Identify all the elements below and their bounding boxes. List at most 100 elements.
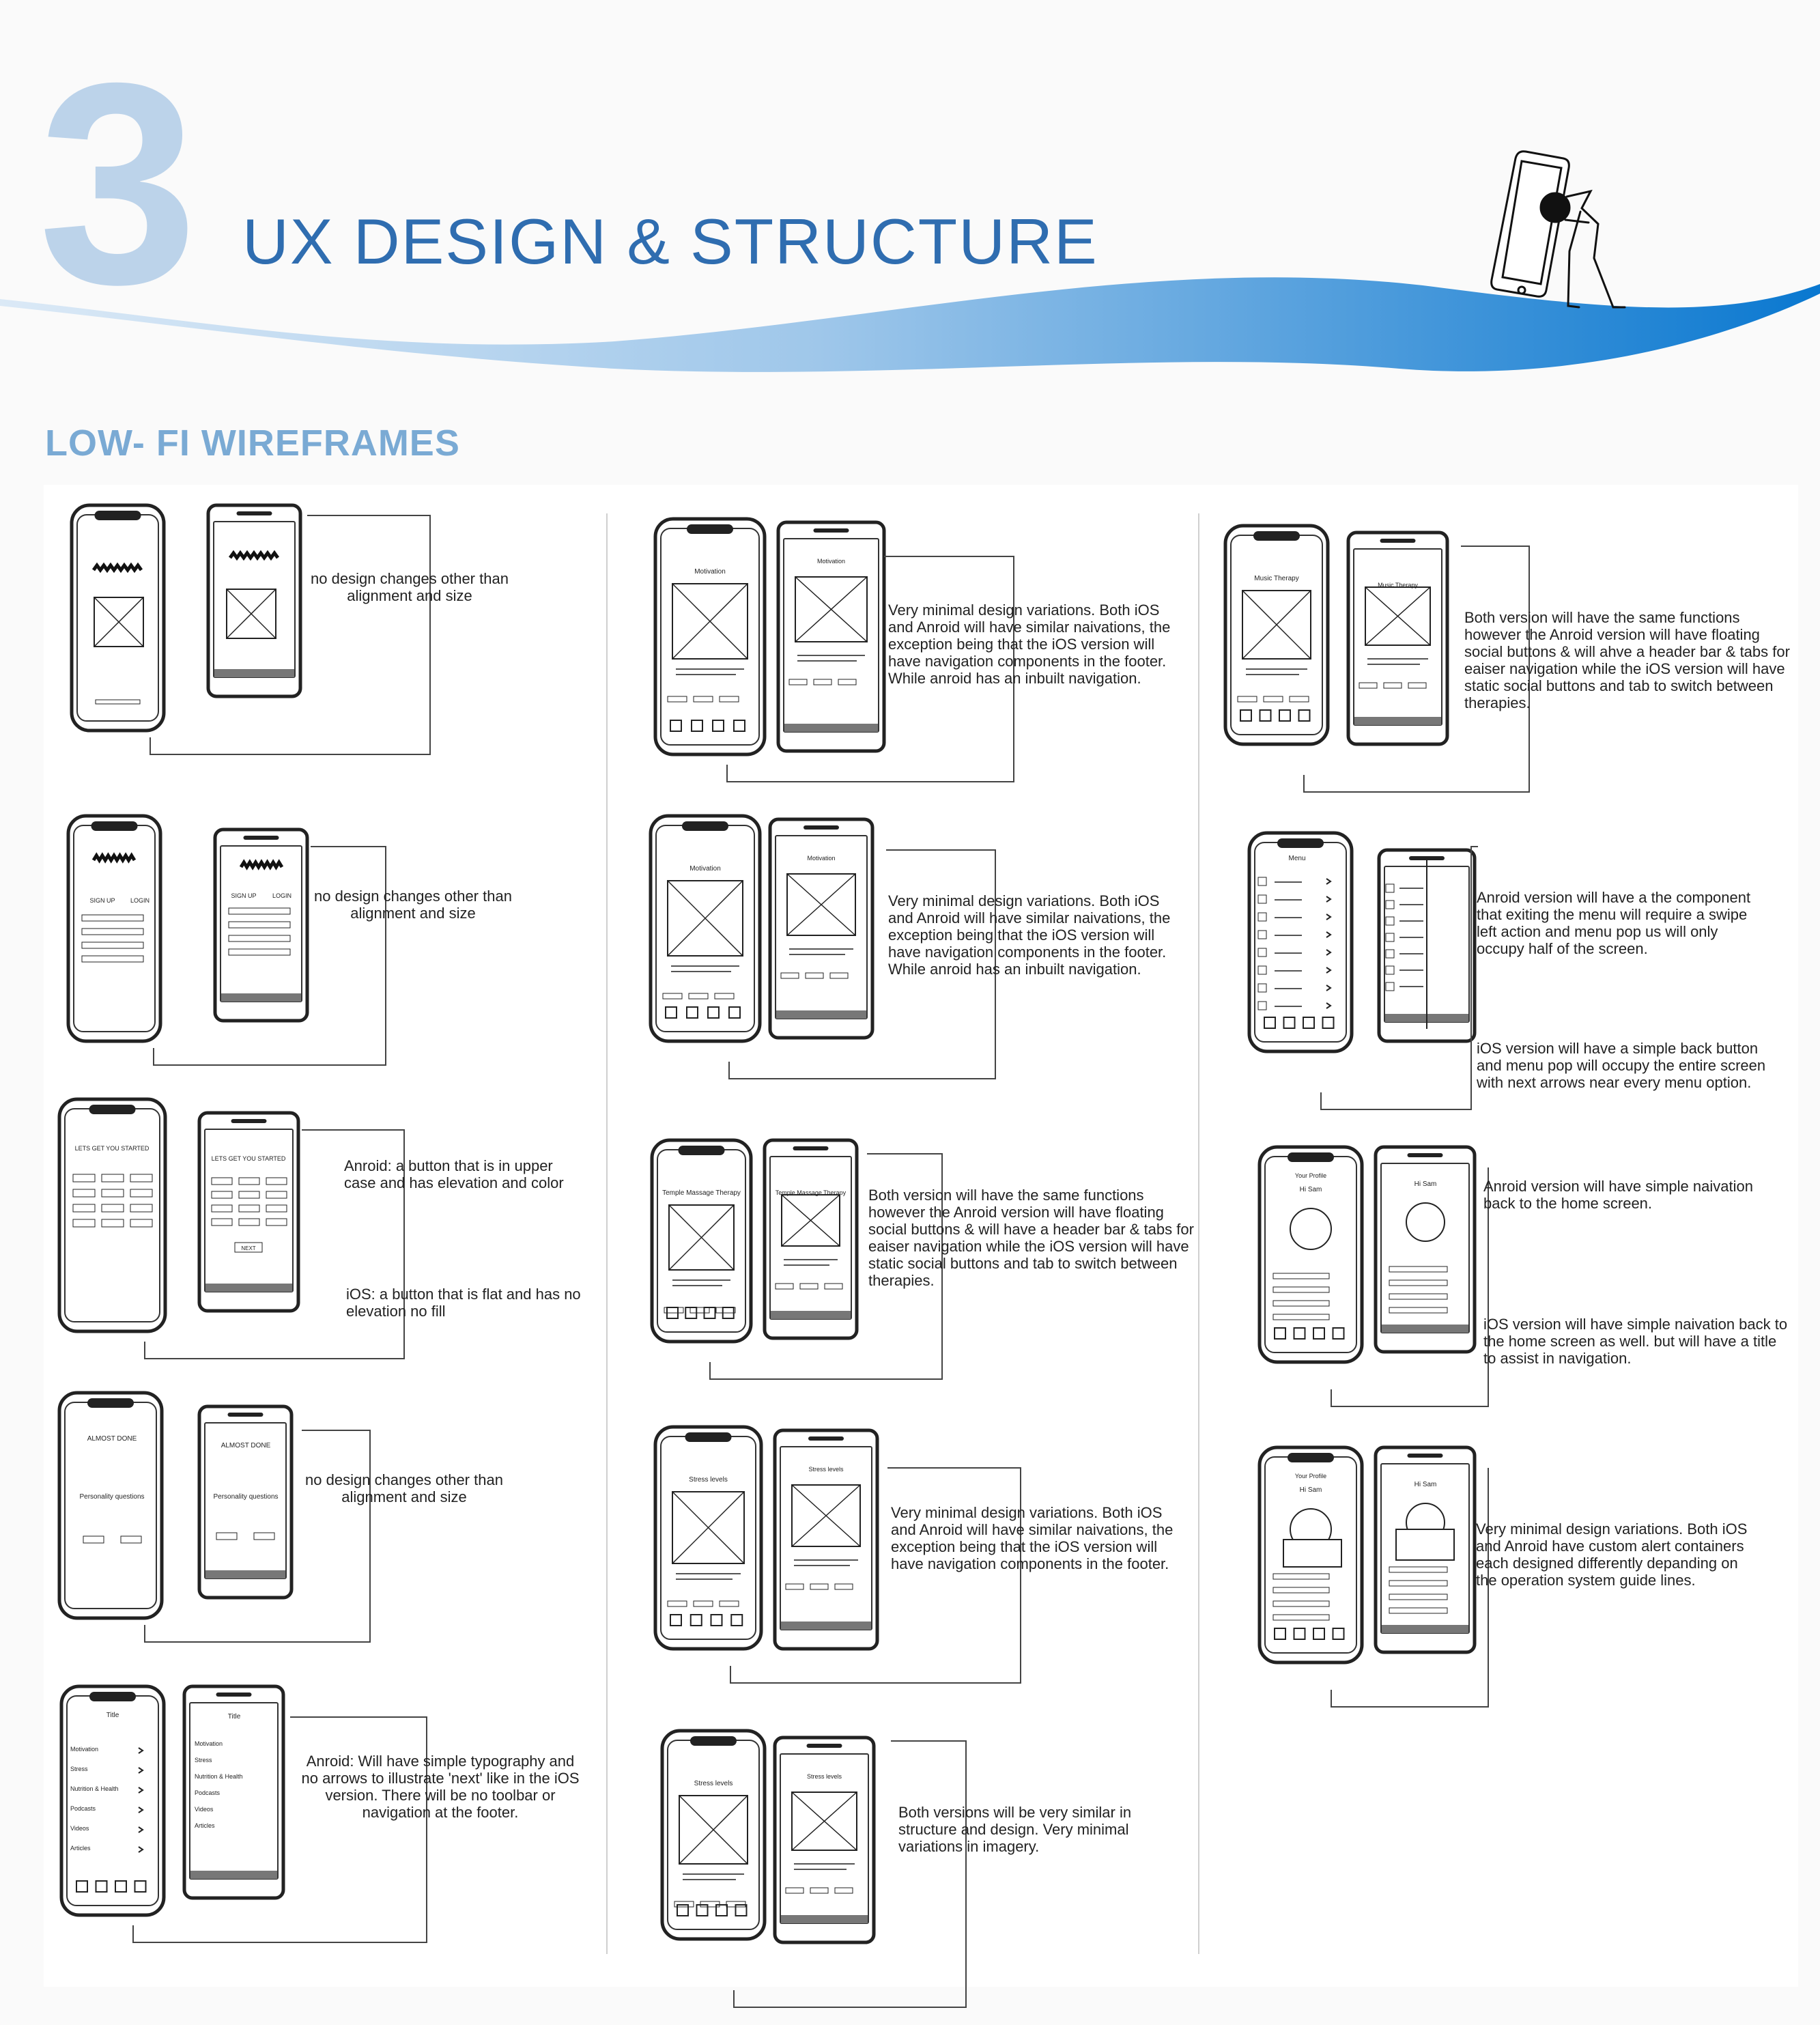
- annotation-note: Both version will have the same function…: [1464, 609, 1790, 711]
- wireframe-pair: Menu Anroid version will have a the comp…: [1246, 830, 1806, 1116]
- annotation-note: Very minimal design variations. Both iOS…: [891, 1504, 1174, 1572]
- ios-notch: [1253, 531, 1300, 541]
- wireframe-label: Stress levels: [689, 1476, 728, 1484]
- menu-item: Motivation: [70, 1746, 98, 1753]
- android-speaker: [236, 511, 272, 515]
- android-speaker: [806, 1744, 842, 1748]
- android-nav-bar: [771, 1311, 851, 1319]
- menu-item: Motivation: [195, 1740, 223, 1747]
- phone-screen: [64, 1402, 157, 1609]
- android-nav-bar: [205, 1284, 292, 1292]
- annotation-note: no design changes other than alignment a…: [311, 570, 509, 604]
- annotation-note-android: Anroid version will have a the component…: [1477, 889, 1751, 957]
- menu-item: Podcasts: [195, 1789, 221, 1796]
- menu-item: Articles: [195, 1822, 215, 1829]
- alert-dialog: [1283, 1539, 1342, 1568]
- android-speaker: [1380, 539, 1416, 543]
- phone-screen: [1353, 548, 1442, 726]
- wireframe-label: Personality questions: [79, 1493, 144, 1501]
- wireframe-label: Stress levels: [808, 1466, 844, 1473]
- annotation-note-ios: iOS version will have simple naivation b…: [1483, 1316, 1788, 1367]
- menu-item: Nutrition & Health: [70, 1785, 119, 1792]
- menu-item: Stress: [195, 1757, 212, 1764]
- android-speaker: [793, 1146, 829, 1150]
- android-speaker: [231, 1119, 267, 1123]
- wireframe-label: SIGN UP: [89, 897, 115, 904]
- phone-screen: [66, 1695, 159, 1906]
- wireframe-pair: ALMOST DONE ALMOST DONE Personality questi…: [56, 1389, 588, 1649]
- ios-notch: [685, 1432, 732, 1442]
- wireframe-label: SIGN UP: [231, 892, 256, 899]
- phone-screen: [775, 835, 868, 1019]
- ios-notch: [682, 821, 728, 831]
- android-nav-bar: [214, 669, 294, 677]
- alert-dialog: [1395, 1529, 1455, 1561]
- phone-sketch-figure-icon: [1490, 150, 1626, 309]
- wireframe-pair: Stress levels Stress levels Both versions…: [659, 1727, 1198, 2014]
- wireframe-label: LETS GET YOU STARTED: [75, 1145, 150, 1152]
- phone-screen: [1254, 842, 1347, 1043]
- wireframe-label: Title: [106, 1712, 119, 1719]
- phone-screen: [780, 1446, 872, 1630]
- annotation-note: no design changes other than alignment a…: [305, 1471, 503, 1505]
- ios-notch: [690, 1736, 737, 1746]
- ios-notch: [87, 1398, 134, 1408]
- column-divider: [1198, 513, 1199, 1954]
- wireframe-label: LOGIN: [272, 892, 292, 899]
- wireframe-pair-graphic: Stress levels Stress levels: [660, 1729, 967, 2008]
- android-speaker: [813, 528, 849, 533]
- wireframe-label: Hi Sam: [1300, 1186, 1322, 1193]
- android-nav-bar: [1382, 1325, 1468, 1333]
- wireframe-label: Motivation: [694, 568, 726, 576]
- wireframe-label: ALMOST DONE: [87, 1435, 137, 1443]
- phone-screen: [220, 845, 302, 1002]
- phone-screen: [657, 1149, 746, 1333]
- menu-item: Videos: [195, 1806, 214, 1813]
- ios-notch: [94, 511, 141, 520]
- wireframe-pair-graphic: LETS GET YOU STARTED LETS GET YOU STARTED…: [57, 1097, 405, 1359]
- android-nav-bar: [781, 1622, 871, 1630]
- ios-notch: [91, 821, 138, 831]
- wireframe-label: Hi Sam: [1414, 1481, 1437, 1488]
- wireframe-pair: Music Therapy Music Therapy Both version …: [1222, 522, 1802, 802]
- wireframe-label: Personality questions: [213, 1493, 278, 1501]
- phone-screen: [655, 825, 755, 1032]
- annotation-note: Very minimal design variations. Both iOS…: [1476, 1520, 1748, 1589]
- annotation-note: Anroid: Will have simple typography and …: [301, 1753, 580, 1821]
- section-number: 3: [38, 24, 198, 344]
- phone-screen: [660, 1436, 756, 1640]
- wireframe-pair: SIGN UP LOGIN SIGN UP LOGIN no design chang…: [65, 812, 584, 1072]
- menu-item: Videos: [70, 1825, 89, 1832]
- ios-notch: [678, 1146, 725, 1155]
- annotation-note: Both versions will be very similar in st…: [898, 1804, 1132, 1855]
- android-speaker: [1407, 1153, 1443, 1157]
- android-nav-bar: [776, 1010, 866, 1019]
- android-speaker: [243, 836, 279, 840]
- android-speaker: [216, 1693, 252, 1697]
- android-speaker: [1407, 1454, 1443, 1458]
- wireframe-pair: Title Title Motivation Motivation Stress Stre…: [58, 1683, 597, 1956]
- wireframe-pair: Your Profile Hi Sam Hi Sam Very minimal de…: [1256, 1444, 1802, 1708]
- wireframe-label: Temple Massage Therapy: [662, 1189, 741, 1197]
- wireframe-label: NEXT: [241, 1245, 255, 1251]
- phone-screen: [213, 521, 296, 678]
- wireframe-label: ALMOST DONE: [221, 1442, 271, 1449]
- android-nav-bar: [784, 724, 878, 732]
- wireframe-label: Title: [228, 1713, 241, 1720]
- menu-item: Podcasts: [70, 1805, 96, 1812]
- ios-notch: [1288, 1152, 1334, 1162]
- wireframe-pair: no design changes other than alignment a…: [68, 502, 587, 768]
- wireframe-label: Hi Sam: [1300, 1486, 1322, 1494]
- ios-notch: [1277, 838, 1324, 848]
- column-divider: [606, 513, 608, 1954]
- wireframe-pair-graphic: ALMOST DONE ALMOST DONE Personality questi…: [57, 1391, 371, 1643]
- wireframe-label: Motivation: [817, 558, 845, 565]
- wireframe-label: LOGIN: [130, 897, 150, 904]
- menu-item: Nutrition & Health: [195, 1773, 243, 1780]
- wireframe-label: Your Profile: [1295, 1172, 1326, 1179]
- annotation-note-android: Anroid version will have simple naivatio…: [1483, 1178, 1753, 1212]
- page-title: UX DESIGN & STRUCTURE: [242, 206, 1098, 277]
- phone-screen: [660, 528, 760, 746]
- android-nav-bar: [781, 1915, 868, 1923]
- phone-screen: [1230, 535, 1323, 735]
